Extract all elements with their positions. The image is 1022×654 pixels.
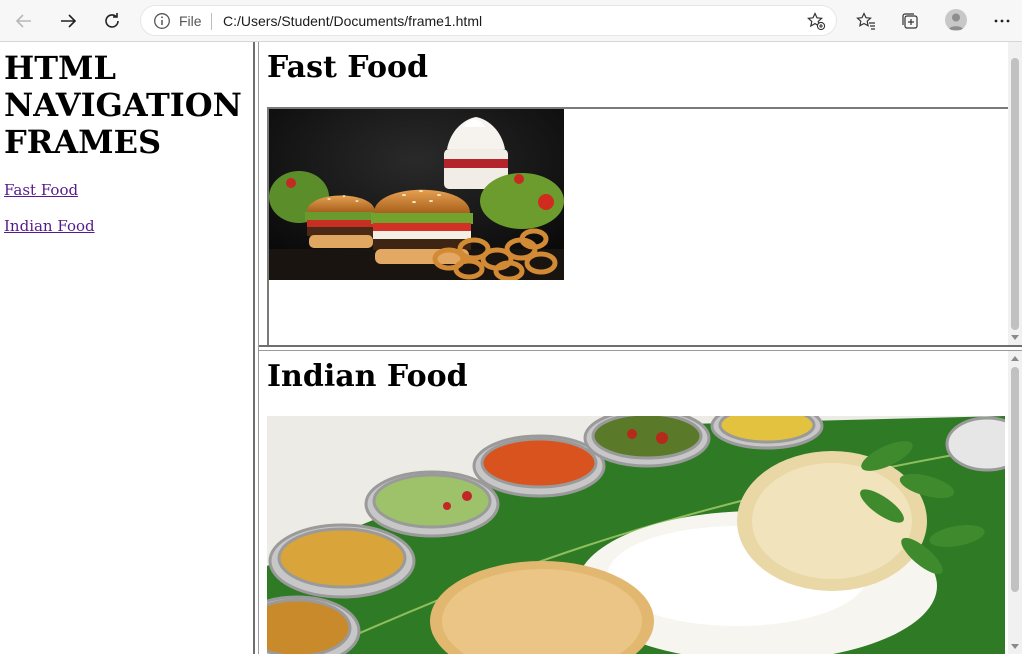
fast-food-iframe (267, 107, 1009, 345)
scroll-up-arrow-icon[interactable] (1011, 356, 1019, 361)
back-arrow-icon (15, 14, 31, 28)
forward-arrow-icon (61, 14, 77, 28)
indian-thali-banana-leaf-photo (267, 416, 1005, 654)
collections-icon (902, 13, 918, 29)
navigation-frame-title: HTML NAVIGATION FRAMES (4, 49, 242, 161)
address-bar[interactable]: File C:/Users/Student/Documents/frame1.h… (140, 5, 837, 36)
favorites-icon (856, 12, 875, 30)
url-text[interactable]: C:/Users/Student/Documents/frame1.html (223, 13, 482, 29)
navigation-frame: HTML NAVIGATION FRAMES Fast Food Indian … (0, 42, 253, 654)
add-favorite-icon[interactable] (806, 11, 826, 31)
back-button[interactable] (10, 7, 38, 35)
scrollbar-thumb[interactable] (1011, 367, 1019, 592)
scroll-down-arrow-icon[interactable] (1011, 335, 1019, 340)
reload-icon (105, 13, 119, 28)
nav-link-indian-food[interactable]: Indian Food (4, 217, 95, 235)
nav-link-fast-food[interactable]: Fast Food (4, 181, 78, 199)
more-button[interactable] (990, 9, 1014, 33)
favorites-button[interactable] (854, 9, 878, 33)
profile-icon (948, 13, 964, 30)
reload-button[interactable] (98, 7, 126, 35)
info-icon[interactable] (153, 12, 171, 30)
scrollbar-thumb[interactable] (1011, 58, 1019, 330)
fast-food-frame-scrollbar[interactable] (1008, 42, 1022, 345)
fast-food-burgers-photo (269, 109, 564, 280)
indian-food-frame: Indian Food (259, 351, 1022, 654)
address-scheme-label: File (179, 13, 202, 29)
forward-button[interactable] (54, 7, 82, 35)
indian-food-heading: Indian Food (267, 359, 468, 394)
fast-food-frame: Fast Food (259, 42, 1022, 345)
browser-toolbar: File C:/Users/Student/Documents/frame1.h… (0, 0, 1022, 42)
more-icon (994, 19, 1010, 23)
scroll-down-arrow-icon[interactable] (1011, 644, 1019, 649)
address-separator (211, 13, 212, 30)
fast-food-heading: Fast Food (267, 50, 428, 85)
collections-button[interactable] (898, 9, 922, 33)
profile-button[interactable] (945, 9, 967, 31)
indian-food-frame-scrollbar[interactable] (1008, 351, 1022, 654)
